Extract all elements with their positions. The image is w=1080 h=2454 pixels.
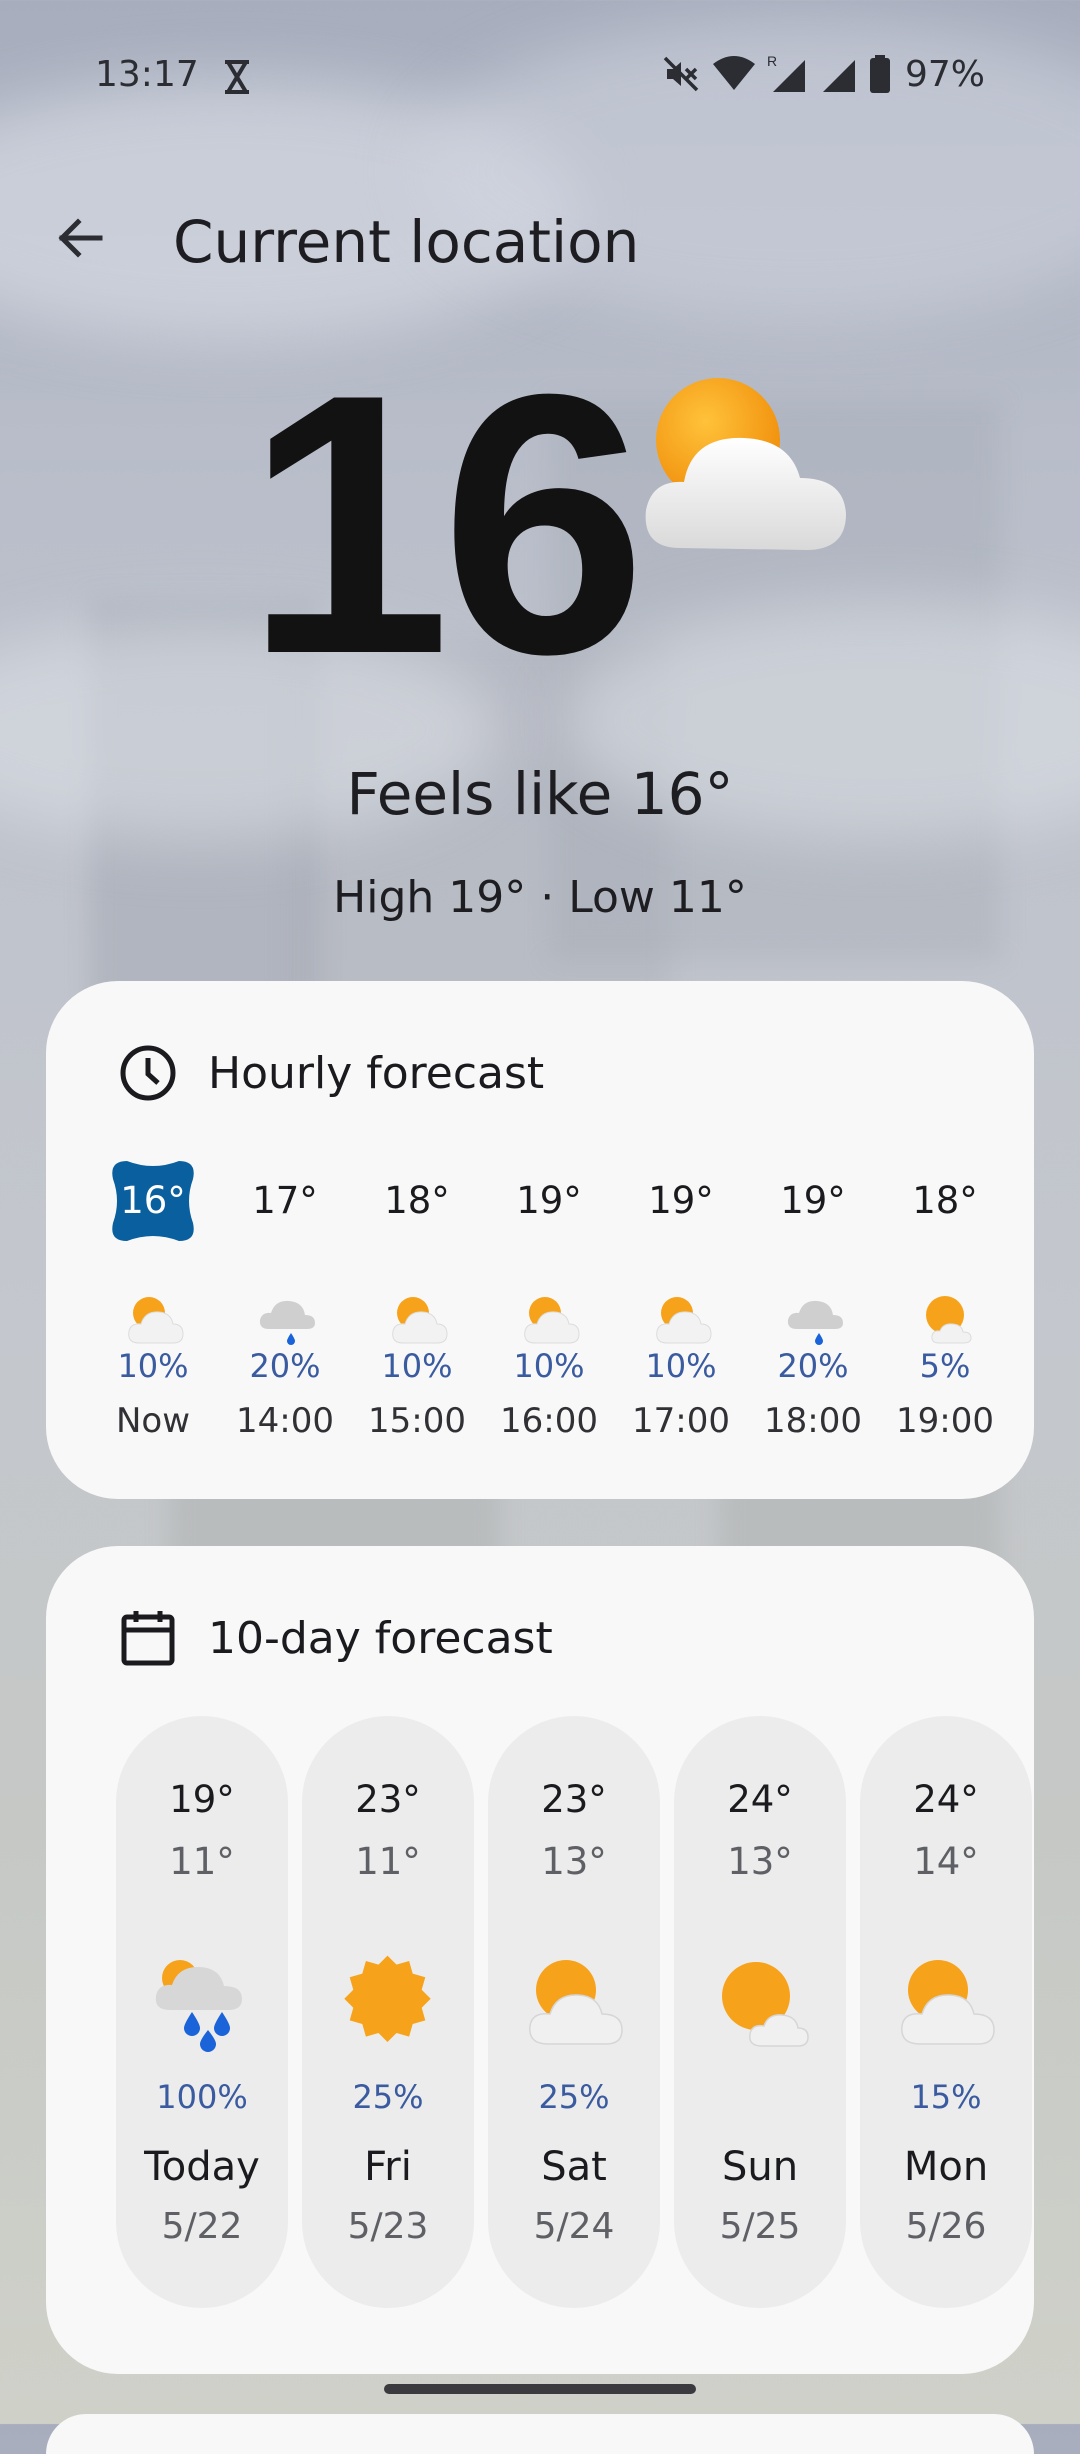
feels-like: Feels like 16° bbox=[346, 760, 734, 828]
day-low: 14° bbox=[913, 1840, 979, 1883]
day-item[interactable]: 24° 14° 15% Mon 5/26 bbox=[860, 1716, 1032, 2308]
svg-text:R: R bbox=[767, 53, 777, 69]
hour-temp: 18° bbox=[912, 1179, 978, 1222]
battery-icon bbox=[869, 55, 890, 93]
hour-temp: 17° bbox=[252, 1179, 318, 1222]
day-high: 24° bbox=[913, 1778, 979, 1821]
hour-precip: 10% bbox=[381, 1347, 453, 1385]
day-date: 5/26 bbox=[905, 2206, 987, 2247]
status-time: 13:17 bbox=[95, 54, 199, 95]
high-low: High 19° · Low 11° bbox=[333, 872, 747, 923]
partly-cloudy-icon bbox=[128, 1297, 184, 1344]
mute-icon bbox=[663, 56, 699, 92]
signal-roaming-icon: R bbox=[767, 53, 805, 92]
day-name: Mon bbox=[903, 2144, 989, 2190]
partly-cloudy-icon bbox=[392, 1297, 448, 1344]
sunny-icon bbox=[344, 1955, 431, 2042]
hour-precip: 20% bbox=[777, 1347, 849, 1385]
day-precip: 100% bbox=[156, 2078, 248, 2116]
hour-time: 16:00 bbox=[500, 1401, 598, 1441]
signal-icon bbox=[822, 60, 855, 92]
day-name: Fri bbox=[364, 2144, 412, 2190]
hour-time: 18:00 bbox=[764, 1401, 862, 1441]
back-button[interactable] bbox=[48, 206, 112, 270]
hour-time: 17:00 bbox=[632, 1401, 730, 1441]
cloud-drizzle-icon bbox=[259, 1300, 315, 1345]
hour-temp: 19° bbox=[780, 1179, 846, 1222]
day-name: Today bbox=[144, 2144, 260, 2190]
battery-percent: 97% bbox=[904, 53, 985, 95]
calendar-icon bbox=[121, 1611, 175, 1666]
hour-precip: 10% bbox=[513, 1347, 585, 1385]
hour-precip: 5% bbox=[919, 1347, 971, 1385]
day-precip: 15% bbox=[910, 2078, 982, 2116]
hour-temp: 16° bbox=[120, 1179, 186, 1222]
rain-showers-icon bbox=[155, 1960, 242, 2052]
day-high: 24° bbox=[727, 1778, 793, 1821]
day-high: 23° bbox=[541, 1778, 607, 1821]
day-date: 5/25 bbox=[719, 2206, 801, 2247]
hour-temp: 19° bbox=[516, 1179, 582, 1222]
day-high: 19° bbox=[169, 1778, 235, 1821]
current-temperature: 16 bbox=[245, 318, 647, 731]
hour-item[interactable]: 16° 10% Now bbox=[98, 981, 208, 1499]
hour-item[interactable]: 18° 10% 15:00 bbox=[362, 981, 472, 1499]
hour-precip: 10% bbox=[645, 1347, 717, 1385]
page-title: Current location bbox=[173, 208, 640, 276]
hour-item[interactable]: 19° 10% 17:00 bbox=[626, 981, 736, 1499]
wifi-icon bbox=[712, 56, 755, 90]
hour-time: 19:00 bbox=[896, 1401, 994, 1441]
hour-item[interactable]: 19° 20% 18:00 bbox=[758, 981, 868, 1499]
ten-day-forecast-card[interactable]: 10-day forecast 19° 11° 100% Today 5/22 … bbox=[46, 1546, 1034, 2374]
daily-title: 10-day forecast bbox=[208, 1612, 553, 1664]
mostly-sunny-icon bbox=[722, 1962, 809, 2047]
day-high: 23° bbox=[355, 1778, 421, 1821]
hour-time: 15:00 bbox=[368, 1401, 466, 1441]
day-precip: 25% bbox=[352, 2078, 424, 2116]
hour-item[interactable]: 19° 10% 16:00 bbox=[494, 981, 604, 1499]
hourly-forecast-card[interactable]: Hourly forecast 16° 10% Now 17° 20% 14:0… bbox=[46, 981, 1034, 1499]
day-date: 5/24 bbox=[533, 2206, 615, 2247]
day-item[interactable]: 19° 11° 100% Today 5/22 bbox=[116, 1716, 288, 2308]
arrow-left-icon bbox=[58, 218, 103, 258]
hour-time: Now bbox=[115, 1401, 191, 1441]
day-low: 13° bbox=[541, 1840, 607, 1883]
hour-time: 14:00 bbox=[236, 1401, 334, 1441]
day-low: 11° bbox=[169, 1840, 235, 1883]
hour-item[interactable]: 17° 20% 14:00 bbox=[230, 981, 340, 1499]
day-item[interactable]: 24° 13° Sun 5/25 bbox=[674, 1716, 846, 2308]
cloud-drizzle-icon bbox=[787, 1300, 843, 1345]
status-bar: 13:17 R 97% bbox=[0, 0, 1080, 150]
day-date: 5/22 bbox=[161, 2206, 243, 2247]
partly-cloudy-icon bbox=[645, 378, 846, 550]
hour-precip: 20% bbox=[249, 1347, 321, 1385]
partly-cloudy-icon bbox=[656, 1297, 712, 1344]
day-precip: 25% bbox=[538, 2078, 610, 2116]
day-item[interactable]: 23° 11° 25% Fri 5/23 bbox=[302, 1716, 474, 2308]
home-indicator[interactable] bbox=[384, 2384, 696, 2394]
partly-cloudy-icon bbox=[524, 1297, 580, 1344]
day-name: Sat bbox=[541, 2144, 607, 2190]
hour-temp: 19° bbox=[648, 1179, 714, 1222]
day-low: 13° bbox=[727, 1840, 793, 1883]
day-date: 5/23 bbox=[347, 2206, 429, 2247]
day-item[interactable]: 23° 13° 25% Sat 5/24 bbox=[488, 1716, 660, 2308]
hourglass-icon bbox=[225, 60, 249, 94]
hour-precip: 10% bbox=[117, 1347, 189, 1385]
mostly-sunny-icon bbox=[926, 1296, 972, 1344]
hour-temp: 18° bbox=[384, 1179, 450, 1222]
partly-cloudy-icon bbox=[529, 1960, 623, 2045]
day-name: Sun bbox=[721, 2144, 799, 2190]
day-low: 11° bbox=[355, 1840, 421, 1883]
next-card-edge bbox=[46, 2414, 1034, 2454]
partly-cloudy-icon bbox=[901, 1960, 995, 2045]
daily-header: 10-day forecast bbox=[118, 1608, 553, 1668]
hour-item[interactable]: 18° 5% 19:00 bbox=[890, 981, 1000, 1499]
